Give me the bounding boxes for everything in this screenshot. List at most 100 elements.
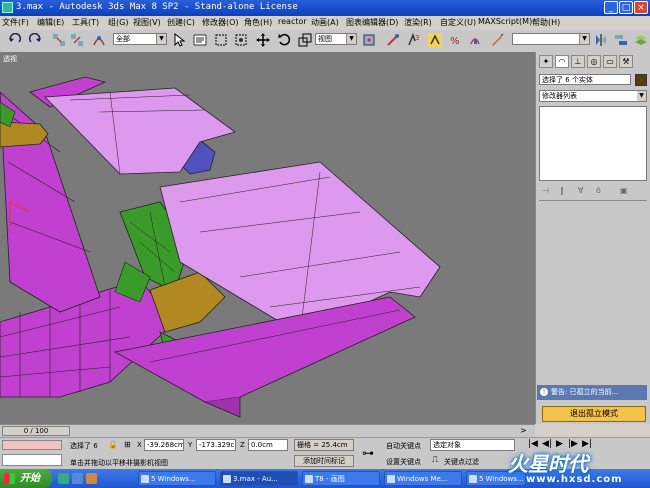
menu-create[interactable]: 创建(C) [167,17,195,28]
task-label: T8 - 画图 [315,475,345,483]
motion-tab-icon[interactable]: ◎ [587,55,601,68]
selection-filter-value: 全部 [116,35,130,43]
mirror-icon[interactable] [594,33,608,47]
viewport-label[interactable]: 透视 [3,54,17,64]
menu-views[interactable]: 视图(V) [133,17,161,28]
utilities-tab-icon[interactable]: ⚒ [619,55,633,68]
select-and-scale-icon[interactable] [298,33,312,47]
y-coordinate-field[interactable]: -173.329c [196,439,236,451]
task-label: 5 Windows... [151,475,196,483]
modifier-list-dropdown[interactable]: 修改器列表 ▼ [539,90,647,102]
show-end-result-icon[interactable]: ‖ [560,186,564,195]
menu-maxscript[interactable]: MAXScript(M) [478,17,532,26]
task-messenger[interactable]: Windows Me... [384,471,462,486]
menu-animation[interactable]: 动画(A) [311,17,339,28]
x-coordinate-field[interactable]: -39.268cm [144,439,184,451]
key-icon[interactable]: ⊶ [362,446,374,460]
undo-icon[interactable] [8,32,22,47]
redo-icon[interactable] [28,32,42,47]
next-frame-icon[interactable]: > [520,426,527,435]
modifier-stack[interactable] [539,106,647,181]
quicklaunch-media-icon[interactable] [86,473,97,484]
lock-selection-icon[interactable]: 🔒 [108,440,118,449]
task-explorer-1[interactable]: 5 Windows... [138,471,216,486]
watermark-logo: 火星时代 [508,452,588,476]
display-tab-icon[interactable]: ▭ [603,55,617,68]
rollout-area [539,200,647,381]
hierarchy-tab-icon[interactable]: ⊥ [571,55,585,68]
window-crossing-icon[interactable] [234,33,248,47]
selection-info-field[interactable]: 选择了 6 个实体 [539,74,631,85]
percent-snap-icon[interactable]: % [449,33,463,47]
align-icon[interactable] [614,33,628,47]
task-label: 3.max - Au... [233,475,278,483]
configure-modifier-sets-icon[interactable]: ▣ [620,186,628,195]
minimize-button[interactable]: _ [604,1,618,14]
quicklaunch-desktop-icon[interactable] [58,473,69,484]
auto-key-button[interactable]: 自动关键点 [386,441,421,451]
start-label: 开始 [20,473,40,484]
named-selection-sets-dropdown[interactable]: ▼ [512,33,590,45]
maxscript-listener-white[interactable] [2,454,62,466]
remove-modifier-icon[interactable]: ö [596,186,601,195]
exit-isolation-button[interactable]: 退出孤立模式 [542,406,646,422]
menu-reactor[interactable]: reactor [278,17,307,26]
menu-rendering[interactable]: 渲染(R) [404,17,432,28]
select-and-move-icon[interactable] [256,33,270,47]
task-3dsmax[interactable]: 3.max - Au... [220,471,298,486]
command-panel: ✦ ◠ ⊥ ◎ ▭ ⚒ 选择了 6 个实体 修改器列表 ▼ ⊣ ‖ ∀ ö ▣ [535,52,650,424]
snaps-toggle-icon[interactable]: 3 [407,32,421,47]
make-unique-icon[interactable]: ∀ [578,186,583,195]
absolute-mode-icon[interactable]: ⊞ [124,440,131,449]
layer-manager-icon[interactable] [634,33,648,47]
bind-space-warp-icon[interactable] [92,33,106,47]
select-and-link-icon[interactable] [52,33,66,47]
select-object-icon[interactable] [172,32,186,47]
app-icon[interactable] [2,2,13,13]
menu-group[interactable]: 组(G) [108,17,128,28]
create-tab-icon[interactable]: ✦ [539,55,553,68]
menu-edit[interactable]: 编辑(E) [37,17,64,28]
pin-stack-icon[interactable]: ⊣ [542,186,549,195]
grid-text: 栅格 = 25.4cm [297,441,348,449]
selection-filter-dropdown[interactable]: 全部 ▼ [113,33,167,45]
frame-readout: 0 / 100 [23,427,49,435]
z-coordinate-field[interactable]: 0.0cm [248,439,288,451]
reference-coordinate-dropdown[interactable]: 视图 ▼ [315,33,357,45]
add-time-tag-button[interactable]: 添加时间标记 [294,455,354,467]
pivot-point-icon[interactable] [362,33,376,47]
maximize-button[interactable]: □ [619,1,633,14]
menu-character[interactable]: 角色(H) [244,17,272,28]
chevron-down-icon: ▼ [346,34,356,44]
unlink-icon[interactable] [70,33,84,47]
angle-snap-icon[interactable] [428,33,442,47]
menu-tools[interactable]: 工具(T) [72,17,99,28]
svg-text:3: 3 [415,34,419,42]
select-and-manipulate-icon[interactable] [386,33,400,47]
perspective-viewport[interactable]: 透视 [0,52,535,424]
menu-customize[interactable]: 自定义(U) [440,17,476,28]
time-slider-thumb[interactable]: 0 / 100 [2,426,70,436]
max-icon [223,475,231,483]
menu-modifiers[interactable]: 修改器(O) [202,17,239,28]
select-and-rotate-icon[interactable] [277,33,291,47]
close-button[interactable]: × [634,1,648,14]
menu-help[interactable]: 帮助(H) [532,17,560,28]
modify-tab-icon[interactable]: ◠ [555,55,569,68]
set-key-button[interactable]: 设置关键点 [386,457,421,467]
start-button[interactable]: 开始 [0,469,52,488]
maxscript-listener-pink[interactable] [2,440,62,450]
object-color-swatch[interactable] [635,74,647,86]
menu-file[interactable]: 文件(F) [2,17,29,28]
rectangular-selection-icon[interactable] [214,33,228,47]
watermark-url: www.hxsd.com [526,474,623,485]
menu-graph-editors[interactable]: 图表编辑器(D) [346,17,398,28]
task-paint[interactable]: T8 - 画图 [302,471,380,486]
time-slider[interactable]: 0 / 100 > [0,424,535,438]
edit-named-selection-icon[interactable] [490,33,504,47]
quicklaunch-ie-icon[interactable] [72,473,83,484]
spinner-snap-icon[interactable] [468,33,482,47]
key-mode-icon[interactable]: ⎍ [432,455,438,465]
svg-text:%: % [450,36,460,47]
select-by-name-icon[interactable] [193,33,207,47]
